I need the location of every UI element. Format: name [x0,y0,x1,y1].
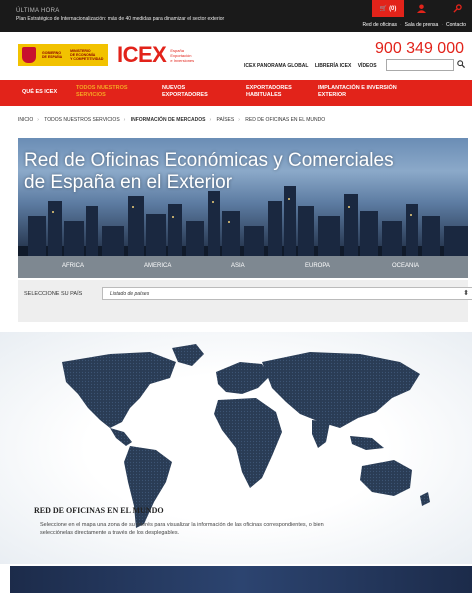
icex-logo[interactable]: ICEX España Exportación e Inversiones [117,42,194,68]
login-button[interactable] [446,0,468,17]
main-nav: QUÉ ES ICEX TODOS NUESTROS SERVICIOS NUE… [0,80,472,106]
tab-europa[interactable]: EUROPA [305,263,330,269]
key-icon [452,4,462,13]
search-input[interactable] [386,59,454,71]
country-selector-label: SELECCIONE SU PAÍS [24,291,83,297]
map-region-oceania [360,460,412,496]
logo-row: GOBIERNO DE ESPAÑA MINISTERIO DE ECONOMÍA Y… [0,32,472,78]
icex-tagline: España Exportación e Inversiones [170,47,195,63]
nav-exportadores-habituales[interactable]: EXPORTADORES HABITUALES [246,85,308,99]
crumb-red-oficinas: RED DE OFICINAS EN EL MUNDO [245,117,326,123]
map-region-south-america [124,446,172,528]
cart-count: (0) [389,5,397,12]
utility-links: Red de oficinas · Sala de prensa · Contacto [362,22,466,28]
search-icon[interactable] [457,60,466,70]
select-arrows-icon: ⬍ [463,290,469,297]
coat-of-arms-icon [22,47,36,63]
link-panorama-global[interactable]: ICEX PANORAMA GLOBAL [244,63,308,69]
map-region-europe [216,362,270,394]
crumb-paises[interactable]: PAÍSES [217,117,235,123]
country-selector-row: SELECCIONE SU PAÍS Listado de países ⬍ [18,280,472,322]
hero-banner: Red de Oficinas Económicas y Comerciales… [18,138,468,256]
link-red-oficinas[interactable]: Red de oficinas [363,22,397,28]
top-bar: ÚLTIMA HORA Plan Estratégico de Internac… [0,0,472,32]
tab-asia[interactable]: ASIA [231,263,245,269]
continent-tabs: AFRICA AMERICA ASIA EUROPA OCEANIA [18,256,468,278]
link-contacto[interactable]: Contacto [446,22,466,28]
tab-oceania[interactable]: OCEANIA [392,263,419,269]
map-section-description: Seleccione en el mapa una zona de su int… [40,522,324,536]
nav-nuevos-exportadores[interactable]: NUEVOS EXPORTADORES [162,85,222,99]
cart-icon: 🛒 [379,6,388,12]
header-links: ICEX PANORAMA GLOBAL LIBRERÍA ICEX VÍDEO… [244,63,382,69]
map-section-title: RED DE OFICINAS EN EL MUNDO [34,506,164,515]
breaking-news-headline[interactable]: Plan Estratégico de Internacionalización… [16,16,224,22]
user-button[interactable] [410,0,432,17]
phone-number[interactable]: 900 349 000 [375,40,464,58]
link-sala-prensa[interactable]: Sala de prensa [405,22,439,28]
link-libreria[interactable]: LIBRERÍA ICEX [315,63,351,69]
tab-america[interactable]: AMERICA [144,263,171,269]
nav-servicios[interactable]: TODOS NUESTROS SERVICIOS [76,85,146,99]
map-region-asia [262,352,420,428]
footer-band [10,566,472,593]
breadcrumb: INICIO › TODOS NUESTROS SERVICIOS › INFORM… [18,117,326,123]
breaking-news-label: ÚLTIMA HORA [16,8,60,14]
nav-implantacion[interactable]: IMPLANTACIÓN E INVERSIÓN EXTERIOR [318,85,398,99]
government-logo[interactable]: GOBIERNO DE ESPAÑA MINISTERIO DE ECONOMÍA Y… [18,44,108,66]
crumb-servicios[interactable]: TODOS NUESTROS SERVICIOS [44,117,119,123]
country-select-value: Listado de países [110,291,150,297]
link-videos[interactable]: VÍDEOS [358,63,377,69]
cart-button[interactable]: 🛒 (0) [372,0,404,17]
page-title: Red de Oficinas Económicas y Comerciales… [24,150,394,193]
nav-que-es-icex[interactable]: QUÉ ES ICEX [22,89,57,96]
user-icon [416,4,426,13]
icex-wordmark: ICEX [117,42,167,67]
map-region-north-america [62,352,176,428]
tab-africa[interactable]: AFRICA [62,263,84,269]
crumb-inicio[interactable]: INICIO [18,117,33,123]
country-select[interactable]: Listado de países ⬍ [102,287,472,300]
map-region-africa [214,398,282,488]
world-map-section: RED DE OFICINAS EN EL MUNDO Seleccione e… [0,332,472,564]
crumb-informacion[interactable]: INFORMACIÓN DE MERCADOS [131,117,206,123]
